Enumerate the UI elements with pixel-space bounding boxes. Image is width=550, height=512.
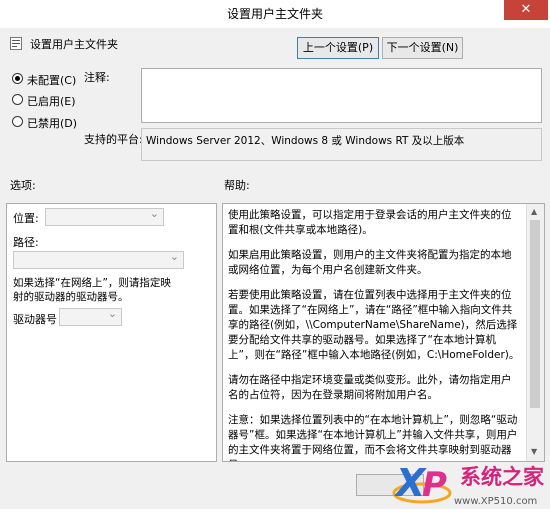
location-dropdown[interactable]: [45, 207, 164, 226]
help-paragraph: 注意：如果选择位置列表中的“在本地计算机上”，则忽略“驱动器号”框。如果选择“在…: [228, 414, 518, 461]
network-note: 如果选择“在网络上”，则请指定映射的驱动器的驱动器号。: [13, 277, 171, 303]
platform-field: Windows Server 2012、Windows 8 或 Windows …: [141, 128, 542, 161]
path-label: 路径:: [13, 236, 39, 249]
platform-value: Windows Server 2012、Windows 8 或 Windows …: [146, 135, 465, 147]
help-label: 帮助:: [224, 179, 250, 192]
help-paragraph: 如果启用此策略设置，则用户的主文件夹将配置为指定的本地或网络位置，为每个用户名创…: [228, 249, 512, 276]
radio-label: 未配置(C): [27, 74, 77, 87]
next-setting-button[interactable]: 下一个设置(N): [382, 37, 463, 59]
scroll-up-arrow[interactable]: ▲: [531, 207, 537, 216]
radio-enabled[interactable]: 已启用(E): [12, 93, 82, 108]
help-paragraph: 请勿在路径中指定环境变量或类似变形。此外，请勿指定用户名的占位符，因为在登录期间…: [228, 374, 512, 401]
radio-not-configured[interactable]: 未配置(C): [12, 72, 82, 87]
help-scrollbar[interactable]: ▲ ▼: [526, 204, 544, 461]
location-label: 位置:: [13, 212, 39, 225]
window-title: 设置用户主文件夹: [226, 7, 323, 21]
close-icon: ✕: [520, 2, 532, 17]
watermark-url: www.XP510.com: [454, 496, 537, 507]
setting-name: 设置用户主文件夹: [30, 38, 118, 51]
radio-label: 已禁用(D): [27, 117, 78, 130]
radio-label: 已启用(E): [27, 95, 76, 108]
platform-label: 支持的平台:: [84, 133, 143, 146]
radio-disabled[interactable]: 已禁用(D): [12, 115, 82, 130]
path-input[interactable]: [13, 250, 184, 269]
drive-label: 驱动器号: [13, 313, 57, 326]
options-label: 选项:: [10, 179, 36, 192]
help-paragraph: 若要使用此策略设置，请在位置列表中选择用于主文件夹的位置。如果选择了“在网络上”…: [228, 289, 520, 361]
prev-setting-button[interactable]: 上一个设置(P): [297, 37, 379, 59]
help-paragraph: 使用此策略设置，可以指定用于登录会话的用户主文件夹的位置和根(文件共享或本地路径…: [228, 209, 512, 236]
watermark-logo: X P 系统之家 www.XP510.com: [392, 458, 550, 509]
drive-letter-dropdown[interactable]: [59, 307, 122, 326]
help-panel: 使用此策略设置，可以指定用于登录会话的用户主文件夹的位置和根(文件共享或本地路径…: [222, 203, 545, 462]
watermark-brand: 系统之家: [460, 465, 545, 489]
close-button[interactable]: ✕: [504, 0, 548, 20]
comment-label: 注释:: [84, 71, 110, 84]
comment-textarea[interactable]: [141, 68, 542, 123]
logo-p-letter: P: [422, 465, 447, 505]
options-panel: 位置: 路径: 如果选择“在网络上”，则请指定映射的驱动器的驱动器号。 驱动器号: [6, 203, 217, 462]
radio-indicator: [12, 73, 23, 84]
policy-icon: [10, 37, 22, 50]
scroll-down-arrow[interactable]: ▼: [531, 447, 537, 456]
radio-indicator: [12, 94, 23, 105]
radio-indicator: [12, 116, 23, 127]
help-text: 使用此策略设置，可以指定用于登录会话的用户主文件夹的位置和根(文件共享或本地路径…: [228, 208, 520, 461]
scroll-thumb[interactable]: [530, 220, 540, 408]
